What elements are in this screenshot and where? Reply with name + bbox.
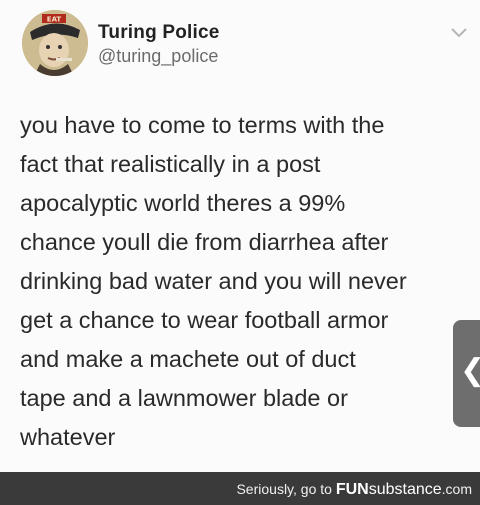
- brand-substance: substance: [368, 481, 442, 498]
- tweet-line: you have to come to terms with the: [20, 112, 385, 138]
- tweet-line: drinking bad water and you will never: [20, 268, 407, 294]
- brand-fun: FUN: [335, 481, 369, 498]
- avatar-image: EAT: [22, 10, 88, 76]
- tweet-line: tape and a lawnmower blade or: [20, 385, 348, 411]
- chevron-left-icon: ❮: [460, 356, 480, 386]
- tweet-line: and make a machete out of duct: [20, 346, 356, 372]
- footer-prefix: Seriously, go to: [236, 481, 336, 497]
- brand-suffix: .com: [441, 481, 472, 497]
- tweet-card: EAT Turing Police @turing_police you hav…: [0, 0, 480, 472]
- user-handle[interactable]: @turing_police: [98, 46, 218, 67]
- avatar-badge: EAT: [47, 16, 62, 24]
- tweet-text: you have to come to terms with the fact …: [20, 106, 460, 457]
- tweet-line: get a chance to wear football armor: [20, 307, 389, 333]
- tweet-line: apocalyptic world theres a 99%: [20, 190, 346, 216]
- display-name[interactable]: Turing Police: [98, 22, 220, 44]
- chevron-down-icon[interactable]: [450, 26, 468, 40]
- footer-link[interactable]: Seriously, go to FUNsubstance.com: [236, 481, 472, 499]
- side-collapse-tab[interactable]: ❮: [453, 320, 480, 427]
- tweet-line: fact that realistically in a post: [20, 151, 321, 177]
- avatar[interactable]: EAT: [22, 10, 88, 76]
- tweet-line: whatever: [20, 424, 116, 450]
- site-footer: Seriously, go to FUNsubstance.com: [0, 472, 480, 505]
- tweet-line: chance youll die from diarrhea after: [20, 229, 389, 255]
